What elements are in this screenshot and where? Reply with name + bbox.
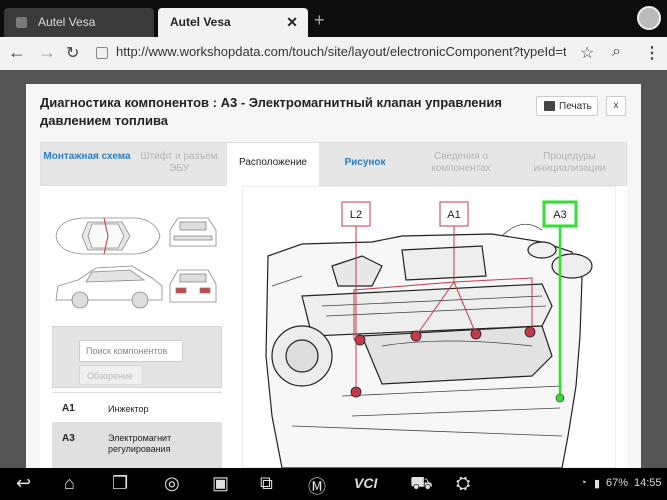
close-dialog-button[interactable]: x (606, 96, 626, 116)
print-button[interactable]: Печать (536, 96, 598, 116)
browse-button[interactable]: Обзорение (79, 365, 143, 385)
tab-component-info[interactable]: Сведения о компонентах (411, 143, 511, 187)
camera-icon[interactable]: ▣ (212, 473, 229, 494)
dialog-title: Диагностика компонентов : A3 - Электрома… (40, 95, 502, 128)
component-dialog: Диагностика компонентов : A3 - Электрома… (26, 84, 641, 468)
recent-apps-icon[interactable]: ❐ (112, 473, 128, 494)
back-arrow-icon[interactable]: ← (8, 42, 26, 63)
location-panel: L2 A1 A3 (232, 186, 627, 468)
browser-tab-2[interactable]: Autel Vesa ✕ (158, 8, 308, 37)
dialog-tabs: Монтажная схема Штифт и разъем ЭБУ Распо… (40, 142, 628, 187)
system-navigation-bar: ↩ ⌂ ❐ ◎ ▣ ⧉ Ⓜ VCI ⛟ ⛭ ◔ ▮ 67% 14:55 (0, 468, 667, 500)
star-icon[interactable]: ☆ (580, 43, 594, 63)
callout-label[interactable]: A3 (553, 209, 566, 221)
component-name: Электромагнит регулирования (108, 433, 172, 454)
component-code: A1 (62, 403, 75, 414)
list-item[interactable]: A1 Инжектор (52, 392, 222, 422)
browser-tab-title: Autel Vesa (170, 15, 231, 29)
callout-label[interactable]: A1 (447, 209, 460, 221)
component-search-input[interactable]: Поиск компонентов (79, 340, 183, 362)
component-search-box: Поиск компонентов Обзорение (52, 326, 222, 388)
browser-tab-1[interactable]: Autel Vesa (4, 8, 154, 37)
car-diagnostic-icon[interactable]: ⛟ (410, 473, 433, 497)
close-tab-icon[interactable]: ✕ (286, 14, 298, 31)
battery-level: 67% (606, 477, 629, 489)
browser-tab-title: Autel Vesa (38, 15, 96, 29)
url-field[interactable]: http://www.workshopdata.com/touch/site/l… (96, 44, 566, 64)
screen-capture-icon[interactable]: ⧉ (260, 473, 273, 494)
back-icon[interactable]: ↩ (16, 473, 31, 494)
new-tab-button[interactable]: + (314, 10, 325, 31)
tab-picture[interactable]: Рисунок (319, 143, 411, 187)
chrome-icon[interactable]: ◎ (164, 473, 180, 494)
favicon-icon (16, 17, 27, 28)
clock: 14:55 (634, 477, 662, 489)
component-code: A3 (62, 433, 75, 444)
search-icon[interactable]: ⌕ (612, 43, 621, 61)
menu-icon[interactable]: ⋮ (644, 43, 660, 63)
workshop-icon[interactable]: ⛭ (456, 473, 470, 494)
maxisys-icon[interactable]: Ⓜ (308, 473, 326, 499)
wifi-icon: ◔ (580, 477, 587, 489)
tab-location[interactable]: Расположение (227, 143, 319, 187)
car-views-image[interactable] (52, 206, 222, 316)
tab-ecu-pins[interactable]: Штифт и разъем ЭБУ (133, 143, 225, 187)
callout-label[interactable]: L2 (350, 209, 362, 221)
print-label: Печать (559, 101, 592, 112)
browser-tab-bar: Autel Vesa Autel Vesa ✕ + (0, 0, 667, 37)
list-item[interactable]: A3 Электромагнит регулирования (52, 422, 222, 468)
printer-icon (544, 101, 555, 111)
user-avatar-icon[interactable] (637, 6, 661, 30)
vci-status[interactable]: VCI (354, 475, 377, 491)
component-name: Инжектор (108, 404, 149, 414)
engine-image[interactable]: L2 A1 A3 (242, 186, 616, 468)
url-text: http://www.workshopdata.com/touch/site/l… (116, 44, 566, 59)
tab-init-procedures[interactable]: Процедуры инициализации (511, 143, 628, 187)
address-bar: ← → ↻ http://www.workshopdata.com/touch/… (0, 37, 667, 70)
left-panel: Поиск компонентов Обзорение A1 Инжектор … (40, 186, 232, 468)
reload-icon[interactable]: ↻ (66, 43, 79, 63)
forward-arrow-icon[interactable]: → (38, 42, 56, 63)
tab-wiring[interactable]: Монтажная схема (41, 143, 133, 187)
battery-icon: ▮ (594, 478, 601, 490)
home-icon[interactable]: ⌂ (64, 473, 75, 494)
page-icon (96, 47, 108, 59)
